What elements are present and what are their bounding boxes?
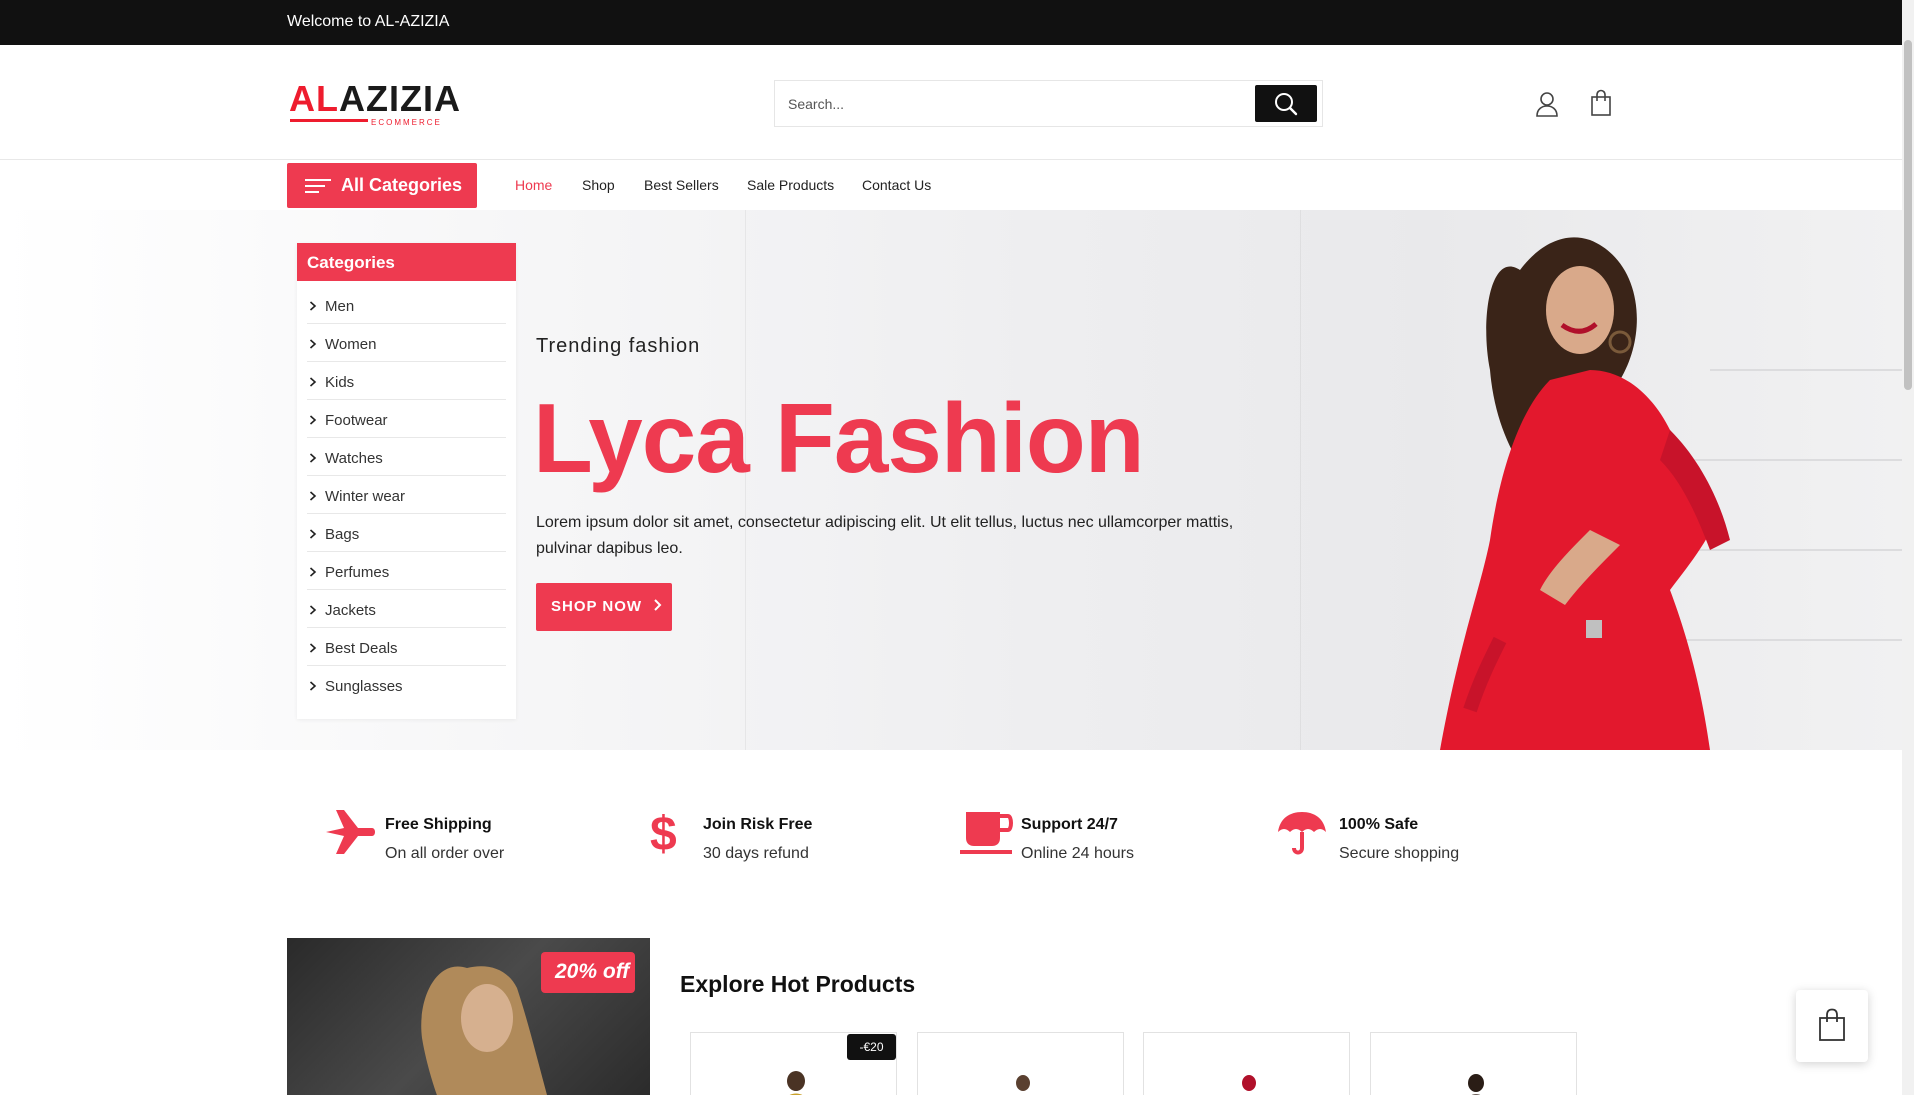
scrollbar-thumb[interactable]: [1904, 40, 1912, 390]
category-item[interactable]: Perfumes: [307, 552, 506, 590]
logo-tagline: ECOMMERCE: [371, 118, 442, 127]
category-item[interactable]: Watches: [307, 438, 506, 476]
product-card[interactable]: [1143, 1032, 1350, 1095]
chevron-right-icon: [309, 681, 317, 691]
chevron-right-icon: [309, 453, 317, 463]
site-logo[interactable]: ALAZIZIA ECOMMERCE: [289, 81, 484, 128]
chevron-right-icon: [309, 377, 317, 387]
category-item[interactable]: Jackets: [307, 590, 506, 628]
umbrella-icon: [1278, 812, 1326, 855]
categories-panel: Categories Men Women Kids Footwear Watches Wi…: [297, 243, 516, 719]
shop-now-button[interactable]: SHOP NOW: [536, 583, 672, 631]
hero-description: Lorem ipsum dolor sit amet, consectetur …: [536, 514, 1234, 557]
search-button[interactable]: [1255, 85, 1317, 122]
promo-banner[interactable]: 20% off: [287, 938, 650, 1095]
category-item[interactable]: Kids: [307, 362, 506, 400]
header: ALAZIZIA ECOMMERCE: [0, 45, 1902, 160]
search-input[interactable]: [775, 81, 1245, 126]
floating-cart-button[interactable]: [1796, 990, 1868, 1062]
category-item[interactable]: Footwear: [307, 400, 506, 438]
chevron-right-icon: [654, 599, 662, 611]
chevron-right-icon: [309, 415, 317, 425]
page-scrollbar[interactable]: [1902, 0, 1914, 1095]
hero-title: Lyca Fashion: [533, 383, 1145, 493]
nav-link-contact-us[interactable]: Contact Us: [862, 177, 931, 193]
category-item[interactable]: Winter wear: [307, 476, 506, 514]
product-card[interactable]: [1370, 1032, 1577, 1095]
product-image: [1468, 1074, 1484, 1095]
product-discount-badge: -€20: [847, 1034, 896, 1060]
chevron-right-icon: [309, 567, 317, 577]
product-image: [787, 1071, 805, 1095]
chevron-right-icon: [309, 491, 317, 501]
nav-link-best-sellers[interactable]: Best Sellers: [644, 177, 719, 193]
svg-text:$: $: [650, 808, 677, 856]
shopping-bag-icon: [1819, 1008, 1845, 1041]
dollar-icon: $: [650, 808, 677, 856]
category-item[interactable]: Best Deals: [307, 628, 506, 666]
nav-link-home[interactable]: Home: [515, 177, 552, 193]
coffee-cup-icon: [960, 812, 1013, 854]
chevron-right-icon: [309, 643, 317, 653]
hero-subtitle: Trending fashion: [536, 335, 701, 357]
welcome-text: Welcome to AL-AZIZIA: [287, 13, 450, 30]
section-title: Explore Hot Products: [680, 971, 916, 997]
nav-link-shop[interactable]: Shop: [582, 177, 615, 193]
all-categories-button[interactable]: All Categories: [287, 163, 477, 208]
shopping-bag-icon[interactable]: [1589, 89, 1613, 117]
search-bar: [774, 80, 1323, 127]
category-item[interactable]: Bags: [307, 514, 506, 552]
chevron-right-icon: [309, 605, 317, 615]
product-image: [1016, 1075, 1030, 1091]
discount-badge: 20% off: [541, 952, 635, 993]
search-icon: [1275, 93, 1298, 116]
categories-title: Categories: [297, 243, 516, 281]
category-item[interactable]: Men: [307, 286, 506, 324]
nav-link-sale-products[interactable]: Sale Products: [747, 177, 834, 193]
product-image: [1242, 1075, 1256, 1091]
chevron-right-icon: [309, 301, 317, 311]
hero-model-image: [1440, 237, 1902, 750]
top-bar: Welcome to AL-AZIZIA: [0, 0, 1902, 45]
menu-icon: [305, 179, 331, 193]
product-card[interactable]: [917, 1032, 1124, 1095]
category-item[interactable]: Women: [307, 324, 506, 362]
category-item[interactable]: Sunglasses: [307, 666, 506, 704]
chevron-right-icon: [309, 529, 317, 539]
user-account-icon[interactable]: [1534, 90, 1560, 118]
airplane-icon: [326, 810, 375, 854]
categories-list: Men Women Kids Footwear Watches Winter wear Ba…: [297, 281, 516, 704]
chevron-right-icon: [309, 339, 317, 349]
main-nav: All Categories Home Shop Best Sellers Sa…: [0, 160, 1902, 210]
